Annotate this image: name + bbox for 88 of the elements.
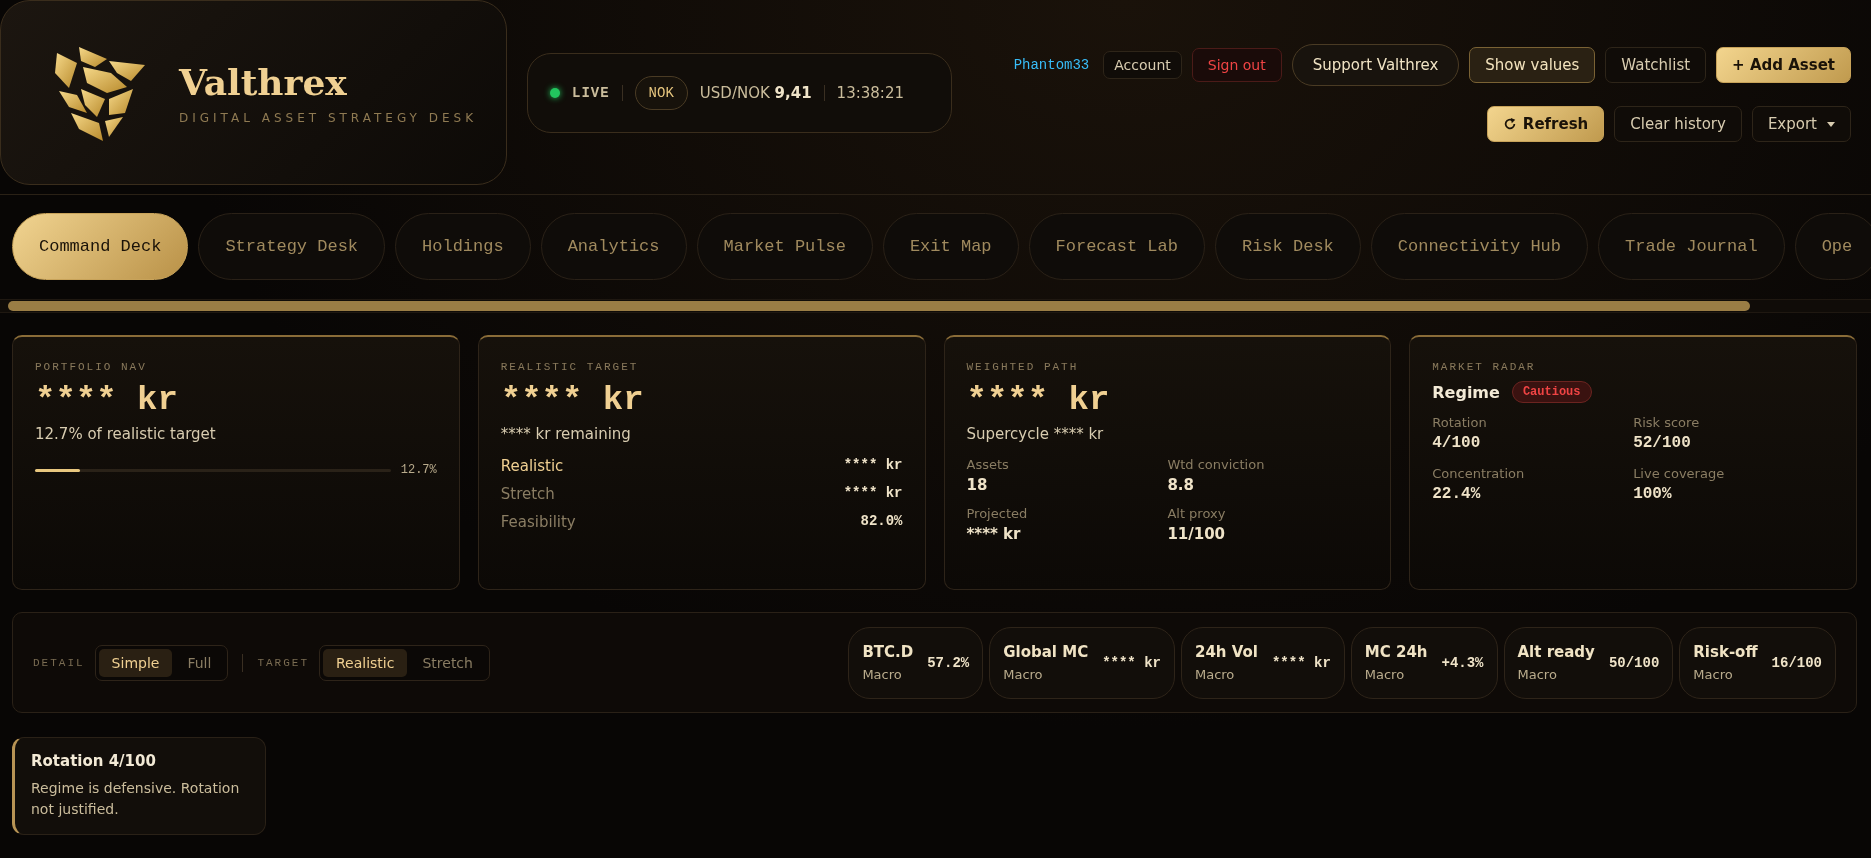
nav-tab[interactable]: Trade Journal xyxy=(1598,213,1785,280)
nav-tab[interactable]: Ope xyxy=(1794,213,1871,280)
live-label: LIVE xyxy=(572,85,610,101)
segment-option[interactable]: Full xyxy=(174,648,225,677)
card-value: **** kr xyxy=(966,381,1111,419)
header-button[interactable]: Clear history xyxy=(1614,106,1742,142)
metric-value: **** kr xyxy=(1102,654,1161,671)
card-label: MARKET RADAR xyxy=(1432,361,1537,373)
header-button[interactable]: Support Valthrex xyxy=(1291,44,1460,86)
metric-value: 57.2% xyxy=(927,654,970,671)
row-value: **** kr xyxy=(843,457,903,475)
stat-label: Live coverage xyxy=(1633,466,1726,481)
nav-tab[interactable]: Analytics xyxy=(540,213,687,280)
segment-option[interactable]: Stretch xyxy=(409,648,486,677)
metric-name: Alt ready xyxy=(1517,643,1595,661)
insight-title: Rotation 4/100 xyxy=(31,752,157,770)
card-label: PORTFOLIO NAV xyxy=(35,361,148,373)
stat-label: Concentration xyxy=(1432,466,1526,481)
stat-label: Wtd conviction xyxy=(1167,457,1266,472)
stat-value: **** kr xyxy=(966,525,1022,543)
row-label: Realistic xyxy=(500,457,564,475)
exchange-rate: USD/NOK 9,41 xyxy=(699,84,812,102)
clock-time: 13:38:21 xyxy=(836,84,904,102)
brand-name: Valthrex xyxy=(179,60,348,103)
metric-category: Macro xyxy=(1194,667,1236,682)
metric-value: 16/100 xyxy=(1771,654,1822,671)
segment-option[interactable]: Simple xyxy=(98,648,173,677)
row-label: Stretch xyxy=(500,485,555,503)
toggle-label: TARGET xyxy=(257,656,309,669)
card-subtitle: Supercycle **** kr xyxy=(966,425,1105,443)
stat-label: Alt proxy xyxy=(1167,506,1227,521)
metric-name: Risk-off xyxy=(1693,643,1758,661)
metric-category: Macro xyxy=(1517,667,1558,682)
header-button[interactable]: Export xyxy=(1751,106,1851,142)
metric-category: Macro xyxy=(1364,667,1406,682)
header-button[interactable]: Watchlist xyxy=(1605,47,1707,83)
stat-value: 11/100 xyxy=(1167,525,1227,543)
stat-value: 18 xyxy=(966,476,989,494)
header-button[interactable]: Refresh xyxy=(1486,106,1605,142)
nav-tab[interactable]: Exit Map xyxy=(882,213,1019,280)
regime-label: Regime xyxy=(1432,382,1500,402)
currency-chip[interactable]: NOK xyxy=(634,76,688,110)
card-label: WEIGHTED PATH xyxy=(966,361,1080,373)
row-value: **** kr xyxy=(843,485,903,503)
stat-value: 100% xyxy=(1633,485,1673,503)
header-button[interactable]: + Add Asset xyxy=(1716,47,1851,83)
insight-text: Regime is defensive. Rotation not justified. xyxy=(31,779,241,819)
stat-value: 8.8 xyxy=(1167,476,1195,494)
stat-label: Risk score xyxy=(1633,415,1701,430)
nav-tab[interactable]: Holdings xyxy=(395,213,531,280)
card-value: **** kr xyxy=(500,381,645,419)
brand-tagline: DIGITAL ASSET STRATEGY DESK xyxy=(179,110,478,125)
nav-tab[interactable]: Connectivity Hub xyxy=(1370,213,1589,280)
progress-reading: 12.7% xyxy=(400,463,437,477)
card-label: REALISTIC TARGET xyxy=(500,361,640,373)
header-button[interactable]: Account xyxy=(1103,51,1182,79)
nav-tab[interactable]: Risk Desk xyxy=(1214,213,1361,280)
metric-name: BTC.D xyxy=(862,643,914,661)
stat-label: Rotation xyxy=(1432,415,1488,430)
stat-label: Projected xyxy=(966,506,1029,521)
nav-tab[interactable]: Command Deck xyxy=(12,213,189,280)
metric-category: Macro xyxy=(1693,667,1734,682)
metric-category: Macro xyxy=(862,667,903,682)
header-button[interactable]: Sign out xyxy=(1191,48,1282,82)
row-value: 82.0% xyxy=(860,513,903,531)
stat-label: Assets xyxy=(966,457,1010,472)
metric-name: Global MC xyxy=(1003,643,1089,661)
segment-option[interactable]: Realistic xyxy=(323,648,408,677)
stat-value: 52/100 xyxy=(1633,434,1692,452)
row-label: Feasibility xyxy=(500,513,576,531)
card-value: **** kr xyxy=(35,381,179,419)
card-subtitle: 12.7% of realistic target xyxy=(35,425,217,443)
nav-tab[interactable]: Forecast Lab xyxy=(1028,213,1205,280)
nav-tab[interactable]: Market Pulse xyxy=(696,213,873,280)
stat-value: 4/100 xyxy=(1432,434,1482,452)
toggle-label: DETAIL xyxy=(33,656,85,669)
metric-name: 24h Vol xyxy=(1194,643,1258,661)
nav-tab[interactable]: Strategy Desk xyxy=(198,213,386,280)
username[interactable]: Phantom33 xyxy=(1013,57,1090,73)
metric-category: Macro xyxy=(1003,667,1044,682)
stat-value: 22.4% xyxy=(1432,485,1482,503)
card-subtitle: **** kr remaining xyxy=(500,425,632,443)
metric-value: **** kr xyxy=(1271,654,1331,671)
regime-badge: Cautious xyxy=(1511,381,1592,403)
metric-value: +4.3% xyxy=(1441,654,1484,671)
metric-value: 50/100 xyxy=(1608,654,1660,671)
header-button[interactable]: Show values xyxy=(1469,47,1596,83)
metric-name: MC 24h xyxy=(1364,643,1428,661)
